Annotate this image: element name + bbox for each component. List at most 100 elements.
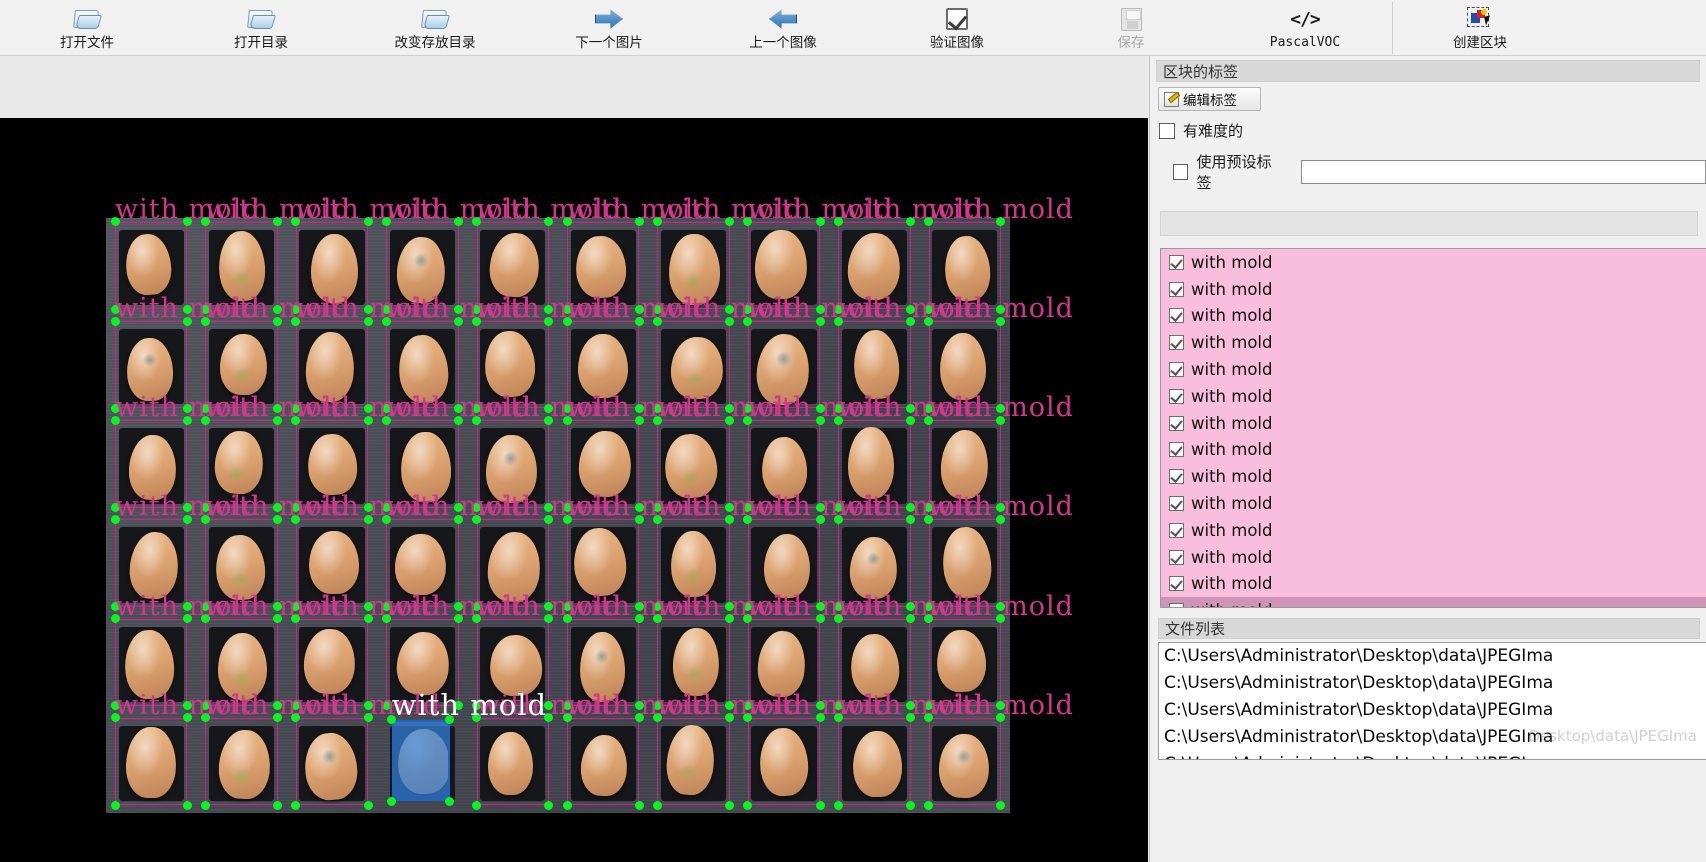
- box-vertex-handle[interactable]: [743, 800, 753, 810]
- box-vertex-handle[interactable]: [996, 800, 1006, 810]
- label-item-checkbox[interactable]: [1169, 469, 1184, 485]
- label-list-item[interactable]: with mold: [1161, 409, 1706, 437]
- box-vertex-handle[interactable]: [110, 800, 120, 810]
- label-item-text: with mold: [1191, 386, 1273, 406]
- label-list-item[interactable]: with mold: [1161, 490, 1706, 517]
- label-item-checkbox[interactable]: [1169, 522, 1184, 538]
- box-vertex-handle[interactable]: [833, 800, 843, 810]
- label-list-item[interactable]: with mold: [1161, 570, 1706, 598]
- difficult-label: 有难度的: [1183, 122, 1244, 140]
- label-list-item[interactable]: with mold: [1161, 382, 1706, 410]
- box-vertex-handle[interactable]: [652, 800, 662, 810]
- label-item-text: with mold: [1191, 279, 1273, 299]
- selected-box-vertex-handle[interactable]: [387, 796, 397, 806]
- box-vertex-handle[interactable]: [544, 800, 554, 810]
- code-icon: </>: [1290, 8, 1320, 30]
- next-image-button[interactable]: 下一个图片: [522, 0, 696, 56]
- label-item-checkbox[interactable]: [1169, 281, 1184, 297]
- bounding-box[interactable]: [476, 717, 549, 806]
- label-list-item[interactable]: with mold: [1161, 516, 1706, 544]
- prev-image-button[interactable]: 上一个图像: [696, 0, 870, 56]
- box-vertex-handle[interactable]: [725, 800, 735, 810]
- bounding-box[interactable]: [205, 717, 278, 806]
- change-save-dir-button[interactable]: 改变存放目录: [348, 0, 522, 56]
- label-item-checkbox[interactable]: [1169, 603, 1184, 607]
- label-item-text: with mold: [1191, 413, 1273, 433]
- box-vertex-handle[interactable]: [363, 800, 373, 810]
- file-list[interactable]: C:\Users\Administrator\Desktop\data\JPEG…: [1158, 642, 1706, 760]
- default-label-input[interactable]: [1301, 160, 1706, 184]
- file-list-item[interactable]: C:\Users\Administrator\Desktop\data\JPEG…: [1159, 723, 1706, 750]
- label-list-item[interactable]: with mold: [1161, 329, 1706, 357]
- bounding-box[interactable]: [928, 717, 1001, 806]
- bounding-box[interactable]: [747, 717, 821, 806]
- open-dir-button[interactable]: 打开目录: [174, 0, 348, 56]
- label-item-checkbox[interactable]: [1169, 442, 1184, 458]
- format-pascalvoc-button[interactable]: </> PascalVOC: [1218, 0, 1392, 56]
- canvas-viewport[interactable]: with mold with mold with mold with mold with…: [0, 118, 1148, 862]
- label-item-checkbox[interactable]: [1169, 388, 1184, 404]
- box-vertex-handle[interactable]: [182, 800, 192, 810]
- label-list-item[interactable]: with mold: [1161, 249, 1706, 276]
- box-vertex-handle[interactable]: [815, 800, 825, 810]
- label-item-checkbox[interactable]: [1169, 496, 1184, 512]
- box-vertex-handle[interactable]: [200, 800, 210, 810]
- box-vertex-handle[interactable]: [273, 800, 283, 810]
- selected-box-vertex-handle[interactable]: [445, 796, 455, 806]
- box-label-list[interactable]: with mold with mold with mold with mold with…: [1160, 248, 1706, 608]
- label-list-item[interactable]: with mold: [1161, 302, 1706, 330]
- label-list-item[interactable]: with mold: [1161, 463, 1706, 491]
- image-canvas-area[interactable]: with mold with mold with mold with mold with…: [0, 56, 1148, 862]
- label-item-checkbox[interactable]: [1169, 335, 1184, 351]
- save-label: 保存: [1117, 35, 1145, 51]
- box-vertex-handle[interactable]: [291, 800, 301, 810]
- bounding-box[interactable]: [295, 717, 369, 806]
- box-vertex-handle[interactable]: [924, 800, 934, 810]
- box-vertex-handle[interactable]: [562, 800, 572, 810]
- label-list-item[interactable]: with mold: [1161, 436, 1706, 464]
- file-list-item[interactable]: C:\Users\Administrator\Desktop\data\JPEG…: [1159, 750, 1706, 759]
- open-file-button[interactable]: 打开文件: [0, 0, 174, 56]
- save-button[interactable]: 保存: [1044, 0, 1218, 56]
- use-default-label-row[interactable]: 使用预设标签: [1173, 151, 1706, 193]
- edit-label-button[interactable]: 编辑标签: [1158, 87, 1261, 111]
- bounding-box[interactable]: [115, 717, 188, 806]
- file-list-item[interactable]: C:\Users\Administrator\Desktop\data\JPEG…: [1159, 697, 1706, 724]
- label-item-checkbox[interactable]: [1169, 308, 1184, 324]
- label-list-item[interactable]: with mold: [1161, 597, 1706, 607]
- box-label-text: with mold: [928, 590, 1074, 622]
- label-list-item[interactable]: with mold: [1161, 356, 1706, 383]
- label-filter-field[interactable]: [1160, 211, 1698, 236]
- verify-image-label: 验证图像: [930, 35, 984, 51]
- next-image-label: 下一个图片: [575, 35, 643, 51]
- use-default-label-checkbox[interactable]: [1173, 164, 1189, 180]
- box-vertex-handle[interactable]: [634, 800, 644, 810]
- difficult-checkbox[interactable]: [1159, 122, 1175, 139]
- box-labels-title: 区块的标签: [1156, 60, 1700, 82]
- label-item-checkbox[interactable]: [1169, 362, 1184, 378]
- bounding-box[interactable]: [567, 717, 640, 806]
- file-list-title: 文件列表: [1158, 618, 1700, 639]
- bounding-box[interactable]: [838, 717, 911, 806]
- label-item-checkbox[interactable]: [1169, 254, 1184, 270]
- folder-icon: [245, 4, 277, 34]
- box-vertex-handle[interactable]: [906, 800, 916, 810]
- box-label-text: with mold: [928, 193, 1074, 225]
- label-item-checkbox[interactable]: [1169, 549, 1184, 565]
- box-vertex-handle[interactable]: [472, 800, 482, 810]
- box-label-text: with mold: [928, 392, 1074, 424]
- file-list-item[interactable]: C:\Users\Administrator\Desktop\data\JPEG…: [1159, 643, 1706, 670]
- difficult-checkbox-row[interactable]: 有难度的: [1159, 120, 1706, 141]
- selected-bounding-box[interactable]: [391, 719, 450, 802]
- label-item-checkbox[interactable]: [1169, 415, 1184, 431]
- file-list-item[interactable]: C:\Users\Administrator\Desktop\data\JPEG…: [1159, 670, 1706, 697]
- verify-image-button[interactable]: 验证图像: [870, 0, 1044, 56]
- label-list-item[interactable]: with mold: [1161, 543, 1706, 571]
- create-block-button[interactable]: 创建区块: [1393, 0, 1567, 56]
- box-label-text: with mold: [928, 491, 1074, 523]
- label-item-text: with mold: [1191, 360, 1273, 380]
- label-item-checkbox[interactable]: [1169, 576, 1184, 592]
- folder-icon: [71, 4, 103, 34]
- label-list-item[interactable]: with mold: [1161, 275, 1706, 303]
- bounding-box[interactable]: [657, 717, 730, 806]
